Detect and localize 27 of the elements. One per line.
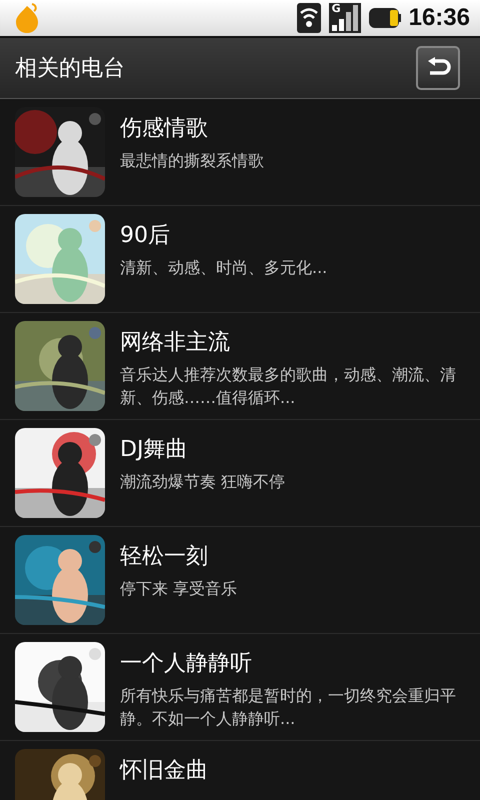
- station-item[interactable]: 伤感情歌 最悲情的撕裂系情歌: [0, 99, 480, 206]
- station-item[interactable]: 网络非主流 音乐达人推荐次数最多的歌曲，动感、潮流、清新、伤感……值得循环...: [0, 313, 480, 420]
- station-item[interactable]: 90后 清新、动感、时尚、多元化...: [0, 206, 480, 313]
- station-title: 一个人静静听: [120, 650, 253, 678]
- station-item[interactable]: 一个人静静听 所有快乐与痛苦都是暂时的，一切终究会重归平静。不如一个人静静听...: [0, 634, 480, 741]
- station-description: 清新、动感、时尚、多元化...: [120, 257, 328, 279]
- station-title: DJ舞曲: [120, 436, 188, 464]
- station-description: 停下来 享受音乐: [120, 578, 238, 600]
- station-title: 轻松一刻: [120, 543, 209, 571]
- wifi-icon: [296, 3, 321, 33]
- screen-title: 相关的电台: [15, 55, 125, 83]
- station-title: 伤感情歌: [120, 115, 209, 143]
- station-item[interactable]: 轻松一刻 停下来 享受音乐: [0, 527, 480, 634]
- station-description: 音乐达人推荐次数最多的歌曲，动感、潮流、清新、伤感……值得循环...: [120, 364, 457, 409]
- station-description: 潮流劲爆节奏 狂嗨不停: [120, 471, 286, 493]
- network-type-label: G: [332, 3, 341, 15]
- station-title: 90后: [120, 222, 171, 250]
- clock-text: 16:36: [408, 4, 470, 32]
- station-title: 怀旧金曲: [120, 757, 208, 785]
- battery-icon: [368, 8, 401, 28]
- station-description: 最悲情的撕裂系情歌: [120, 150, 264, 172]
- station-description: 所有快乐与痛苦都是暂时的，一切终究会重归平静。不如一个人静静听...: [120, 685, 457, 730]
- station-item[interactable]: DJ舞曲 潮流劲爆节奏 狂嗨不停: [0, 420, 480, 527]
- back-button[interactable]: [416, 46, 460, 90]
- station-title: 网络非主流: [120, 329, 231, 357]
- station-item[interactable]: 怀旧金曲: [0, 741, 480, 800]
- signal-icon: [328, 3, 361, 33]
